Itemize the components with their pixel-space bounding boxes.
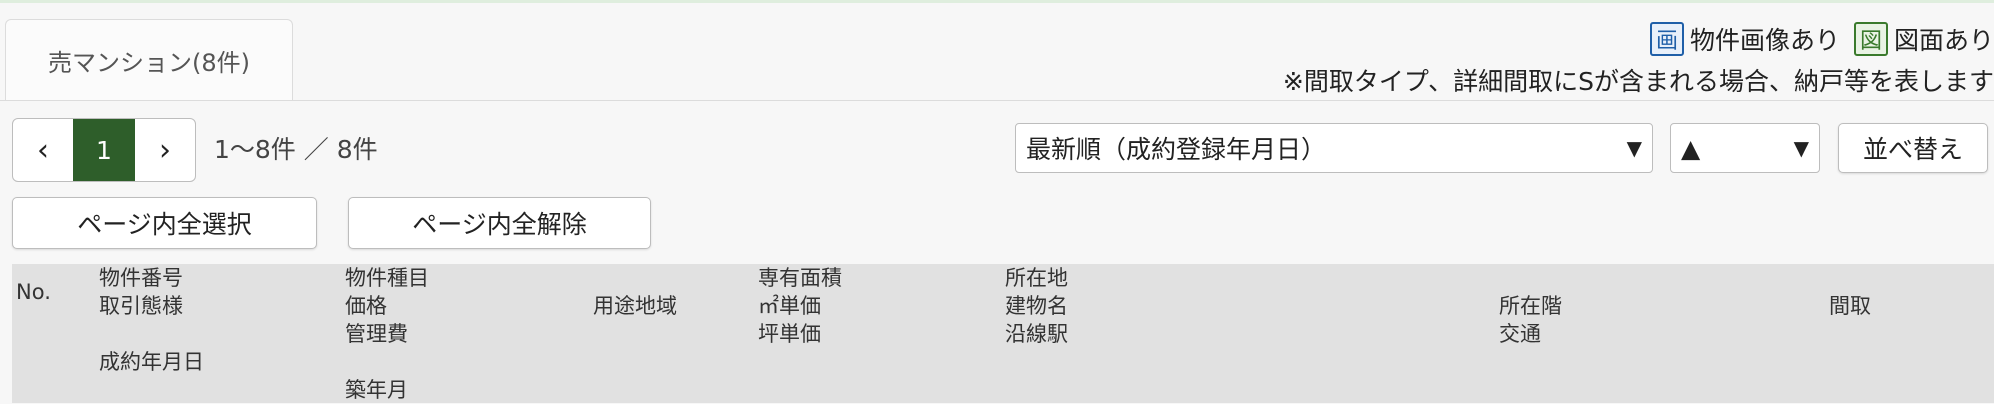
col-price-per-sqm: ㎡単価 <box>758 294 821 318</box>
prev-page-button[interactable]: ‹ <box>13 119 73 181</box>
sort-button[interactable]: 並べ替え <box>1838 123 1988 173</box>
floor-plan-label: 図面あり <box>1893 26 1994 55</box>
col-transaction-type: 取引態様 <box>99 294 183 318</box>
dropdown-arrow-icon: ▼ <box>1793 136 1809 160</box>
sort-order-select[interactable]: 最新順（成約登録年月日） ▼ <box>1015 123 1653 173</box>
property-image-icon: 画 <box>1649 22 1684 56</box>
sort-order-value: 最新順（成約登録年月日） <box>1026 135 1327 164</box>
col-floor-area: 専有面積 <box>758 266 842 290</box>
results-table-header: No. 物件番号 取引態様 成約年月日 物件種目 価格 管理費 築年月 用途地域… <box>12 264 1994 403</box>
col-station: 沿線駅 <box>1005 322 1068 346</box>
col-property-type: 物件種目 <box>345 266 429 290</box>
chevron-left-icon: ‹ <box>37 132 49 168</box>
col-management-fee: 管理費 <box>345 322 408 346</box>
layout-note: ※間取タイプ、詳細間取にSが含まれる場合、納戸等を表します <box>1282 67 1994 96</box>
select-all-button[interactable]: ページ内全選択 <box>12 197 317 249</box>
col-zoning: 用途地域 <box>593 294 677 318</box>
col-floor-plan: 間取 <box>1829 294 1871 318</box>
top-border <box>0 0 1994 3</box>
col-price-per-tsubo: 坪単価 <box>758 322 821 346</box>
legend: 画 物件画像あり 図 図面あり <box>1649 18 1994 60</box>
col-location: 所在地 <box>1005 266 1068 290</box>
col-building-name: 建物名 <box>1005 294 1068 318</box>
clear-all-button[interactable]: ページ内全解除 <box>348 197 651 249</box>
pagination: ‹ 1 › <box>12 118 196 182</box>
col-access: 交通 <box>1499 322 1541 346</box>
floor-plan-icon: 図 <box>1853 22 1888 56</box>
tab-sale-mansion[interactable]: 売マンション(8件) <box>5 19 293 101</box>
dropdown-arrow-icon: ▼ <box>1626 136 1642 160</box>
property-image-label: 物件画像あり <box>1689 26 1840 55</box>
current-page[interactable]: 1 <box>73 119 135 181</box>
col-built-date: 築年月 <box>345 378 408 402</box>
tab-label: 売マンション(8件) <box>48 49 250 77</box>
col-floor: 所在階 <box>1499 294 1562 318</box>
result-range: 1〜8件 ／ 8件 <box>214 135 378 164</box>
col-contract-date: 成約年月日 <box>99 350 204 374</box>
sort-direction-select[interactable]: ▲ ▼ <box>1670 123 1820 173</box>
chevron-right-icon: › <box>159 132 171 168</box>
tab-divider <box>0 100 1994 101</box>
sort-direction-value: ▲ <box>1681 133 1701 163</box>
col-no: No. <box>16 280 51 304</box>
col-property-number: 物件番号 <box>99 266 183 290</box>
col-price: 価格 <box>345 294 387 318</box>
next-page-button[interactable]: › <box>135 119 195 181</box>
